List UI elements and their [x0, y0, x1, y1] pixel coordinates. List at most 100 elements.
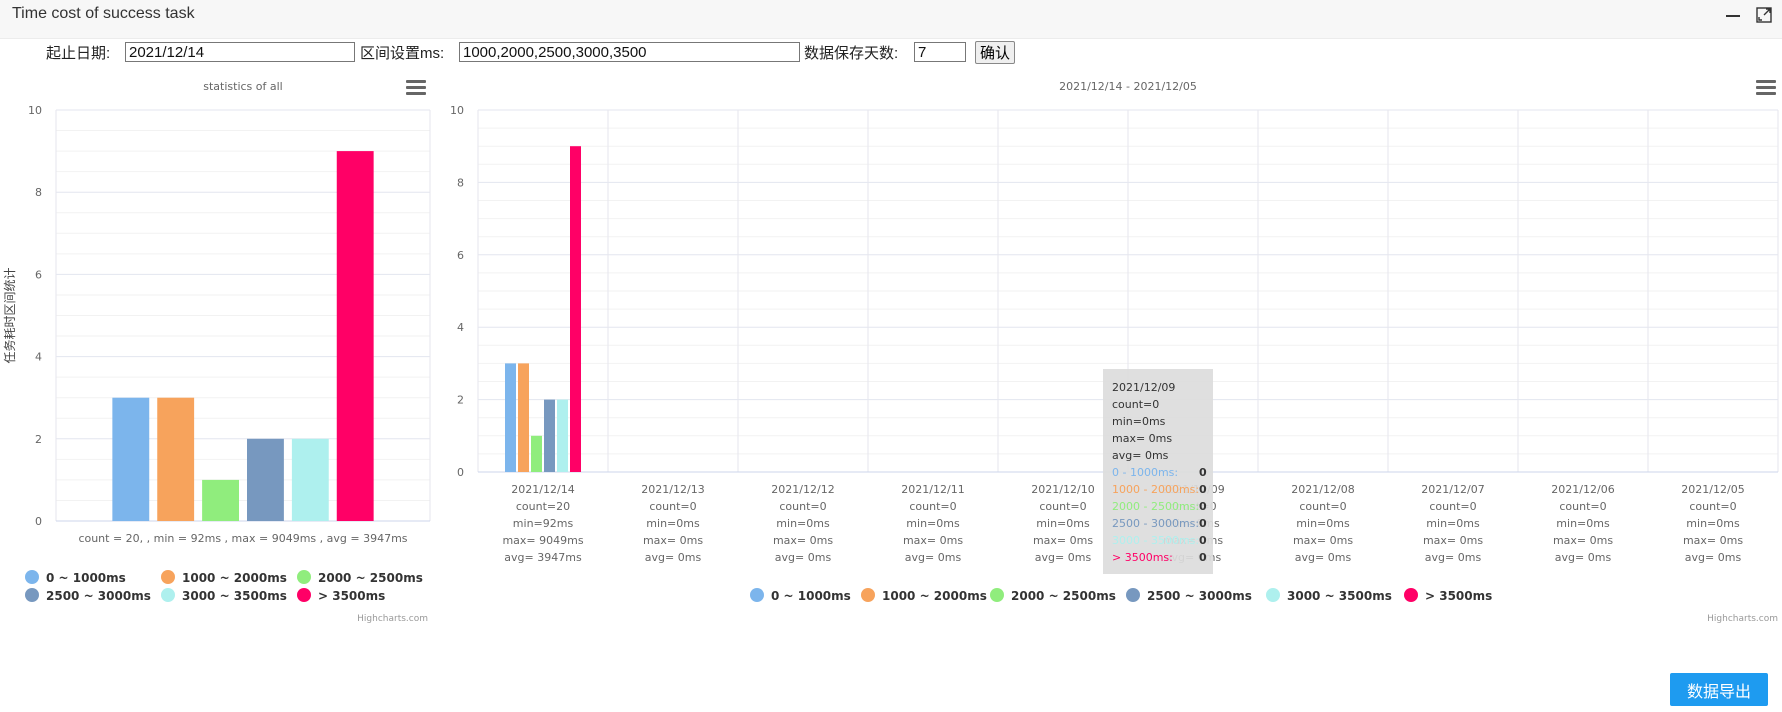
tooltip-row-value: 0: [1199, 517, 1207, 530]
x-tick-stat: count=0: [1299, 500, 1346, 513]
legend-label: 3000 ~ 3500ms: [182, 589, 287, 603]
legend-symbol: [297, 588, 311, 602]
y-tick-label: 4: [457, 321, 464, 334]
x-tick-stat: avg= 0ms: [775, 551, 832, 564]
x-tick-stat: count=0: [649, 500, 696, 513]
bar[interactable]: [112, 397, 150, 521]
bar[interactable]: [544, 399, 555, 472]
legend-item[interactable]: 3000 ~ 3500ms: [161, 588, 287, 603]
legend-symbol: [1126, 588, 1140, 602]
tooltip-row-label: 0 - 1000ms:: [1112, 466, 1178, 479]
legend-item[interactable]: 2500 ~ 3000ms: [25, 588, 151, 603]
bar[interactable]: [336, 151, 374, 521]
x-tick-stat: max= 9049ms: [502, 534, 583, 547]
chart-menu-icon-right[interactable]: [1756, 80, 1776, 95]
legend-label: 3000 ~ 3500ms: [1287, 589, 1392, 603]
bar[interactable]: [531, 435, 542, 472]
chart-menu-icon[interactable]: [406, 80, 426, 95]
tooltip-row-label: 2000 - 2500ms:: [1112, 500, 1199, 513]
x-tick-stat: avg= 0ms: [1035, 551, 1092, 564]
legend-label: 1000 ~ 2000ms: [182, 571, 287, 585]
x-tick-stat: min=0ms: [1296, 517, 1350, 530]
chart-legend-right: 0 ~ 1000ms 1000 ~ 2000ms 2000 ~ 2500ms 2500…: [750, 588, 1492, 603]
legend-label: > 3500ms: [318, 589, 385, 603]
legend-item[interactable]: > 3500ms: [1404, 588, 1492, 603]
x-tick-stat: count=0: [1039, 500, 1086, 513]
x-tick-date: 2021/12/10: [1031, 483, 1094, 496]
bar[interactable]: [157, 397, 195, 521]
days-input[interactable]: [914, 42, 966, 62]
x-tick-stat: min=0ms: [1036, 517, 1090, 530]
x-tick-stat: min=0ms: [646, 517, 700, 530]
tooltip-row-value: 0: [1199, 483, 1207, 496]
x-tick-stat: max= 0ms: [1033, 534, 1093, 547]
x-tick-stat: min=0ms: [1556, 517, 1610, 530]
x-tick-stat: max= 0ms: [903, 534, 963, 547]
x-tick-date: 2021/12/12: [771, 483, 834, 496]
chart-title: statistics of all: [203, 80, 282, 93]
x-tick-stat: min=0ms: [1686, 517, 1740, 530]
bar[interactable]: [291, 438, 329, 521]
legend-label: 2000 ~ 2500ms: [318, 571, 423, 585]
x-tick-stat: avg= 3947ms: [504, 551, 582, 564]
legend-item[interactable]: 2000 ~ 2500ms: [990, 588, 1116, 603]
chart-tooltip: 2021/12/09 count=0 min=0ms max= 0ms avg= 0ms…: [1103, 369, 1213, 574]
y-tick-label: 10: [450, 104, 464, 117]
bar[interactable]: [518, 363, 529, 472]
tooltip-row-label: > 3500ms:: [1112, 551, 1173, 564]
credits-left: Highcharts.com: [357, 614, 428, 624]
maximize-icon[interactable]: [1755, 6, 1773, 24]
x-tick-stat: avg= 0ms: [905, 551, 962, 564]
legend-symbol: [990, 588, 1004, 602]
tooltip-row-label: 1000 - 2000ms:: [1112, 483, 1199, 496]
x-tick-stat: max= 0ms: [1293, 534, 1353, 547]
legend-item[interactable]: 0 ~ 1000ms: [750, 588, 851, 603]
date-input[interactable]: [125, 42, 355, 62]
y-tick-label: 10: [28, 104, 42, 117]
confirm-button[interactable]: 确认: [975, 41, 1016, 64]
legend-symbol: [750, 588, 764, 602]
bar[interactable]: [505, 363, 516, 472]
legend-item[interactable]: 2500 ~ 3000ms: [1126, 588, 1252, 603]
interval-input[interactable]: [459, 42, 800, 62]
legend-label: 2500 ~ 3000ms: [1147, 589, 1252, 603]
legend-item[interactable]: 1000 ~ 2000ms: [861, 588, 987, 603]
legend-symbol: [25, 570, 39, 584]
x-tick-date: 2021/12/14: [511, 483, 574, 496]
x-tick-stat: avg= 0ms: [1555, 551, 1612, 564]
x-tick-stat: avg= 0ms: [1685, 551, 1742, 564]
bar[interactable]: [557, 399, 568, 472]
x-tick-stat: count=0: [1429, 500, 1476, 513]
x-tick-stat: max= 0ms: [773, 534, 833, 547]
legend-symbol: [297, 570, 311, 584]
legend-label: 2000 ~ 2500ms: [1011, 589, 1116, 603]
tooltip-line: max= 0ms: [1112, 432, 1172, 445]
tooltip-row-value: 0: [1199, 500, 1207, 513]
bar[interactable]: [202, 479, 239, 521]
legend-item[interactable]: 3000 ~ 3500ms: [1266, 588, 1392, 603]
tooltip-row-value: 0: [1199, 551, 1207, 564]
legend-item[interactable]: 2000 ~ 2500ms: [297, 570, 423, 585]
chart-statistics-of-all: 0 2 4 6 8 10 statistics of all 任务耗时区间统计 count = …: [2, 80, 431, 545]
x-tick-date: 2021/12/05: [1681, 483, 1744, 496]
legend-item[interactable]: > 3500ms: [297, 588, 385, 603]
legend-item[interactable]: 0 ~ 1000ms: [25, 570, 126, 585]
tooltip-line: avg= 0ms: [1112, 449, 1169, 462]
window-title: Time cost of success task: [12, 5, 195, 22]
tooltip-row-label: 2500 - 3000ms:: [1112, 517, 1199, 530]
legend-item[interactable]: 1000 ~ 2000ms: [161, 570, 287, 585]
bar[interactable]: [570, 146, 581, 472]
credits-right: Highcharts.com: [1707, 614, 1778, 624]
legend-label: 2500 ~ 3000ms: [46, 589, 151, 603]
export-data-button[interactable]: 数据导出: [1670, 673, 1768, 706]
y-tick-label: 0: [457, 466, 464, 479]
x-tick-date: 2021/12/08: [1291, 483, 1354, 496]
tooltip-row-value: 0: [1199, 466, 1207, 479]
minimize-icon[interactable]: [1724, 6, 1742, 24]
bar[interactable]: [247, 438, 284, 521]
legend-label: 1000 ~ 2000ms: [882, 589, 987, 603]
x-tick-stat: min=0ms: [906, 517, 960, 530]
days-label: 数据保存天数:: [804, 45, 899, 62]
interval-label: 区间设置ms:: [360, 45, 445, 62]
y-tick-label: 8: [35, 186, 42, 199]
